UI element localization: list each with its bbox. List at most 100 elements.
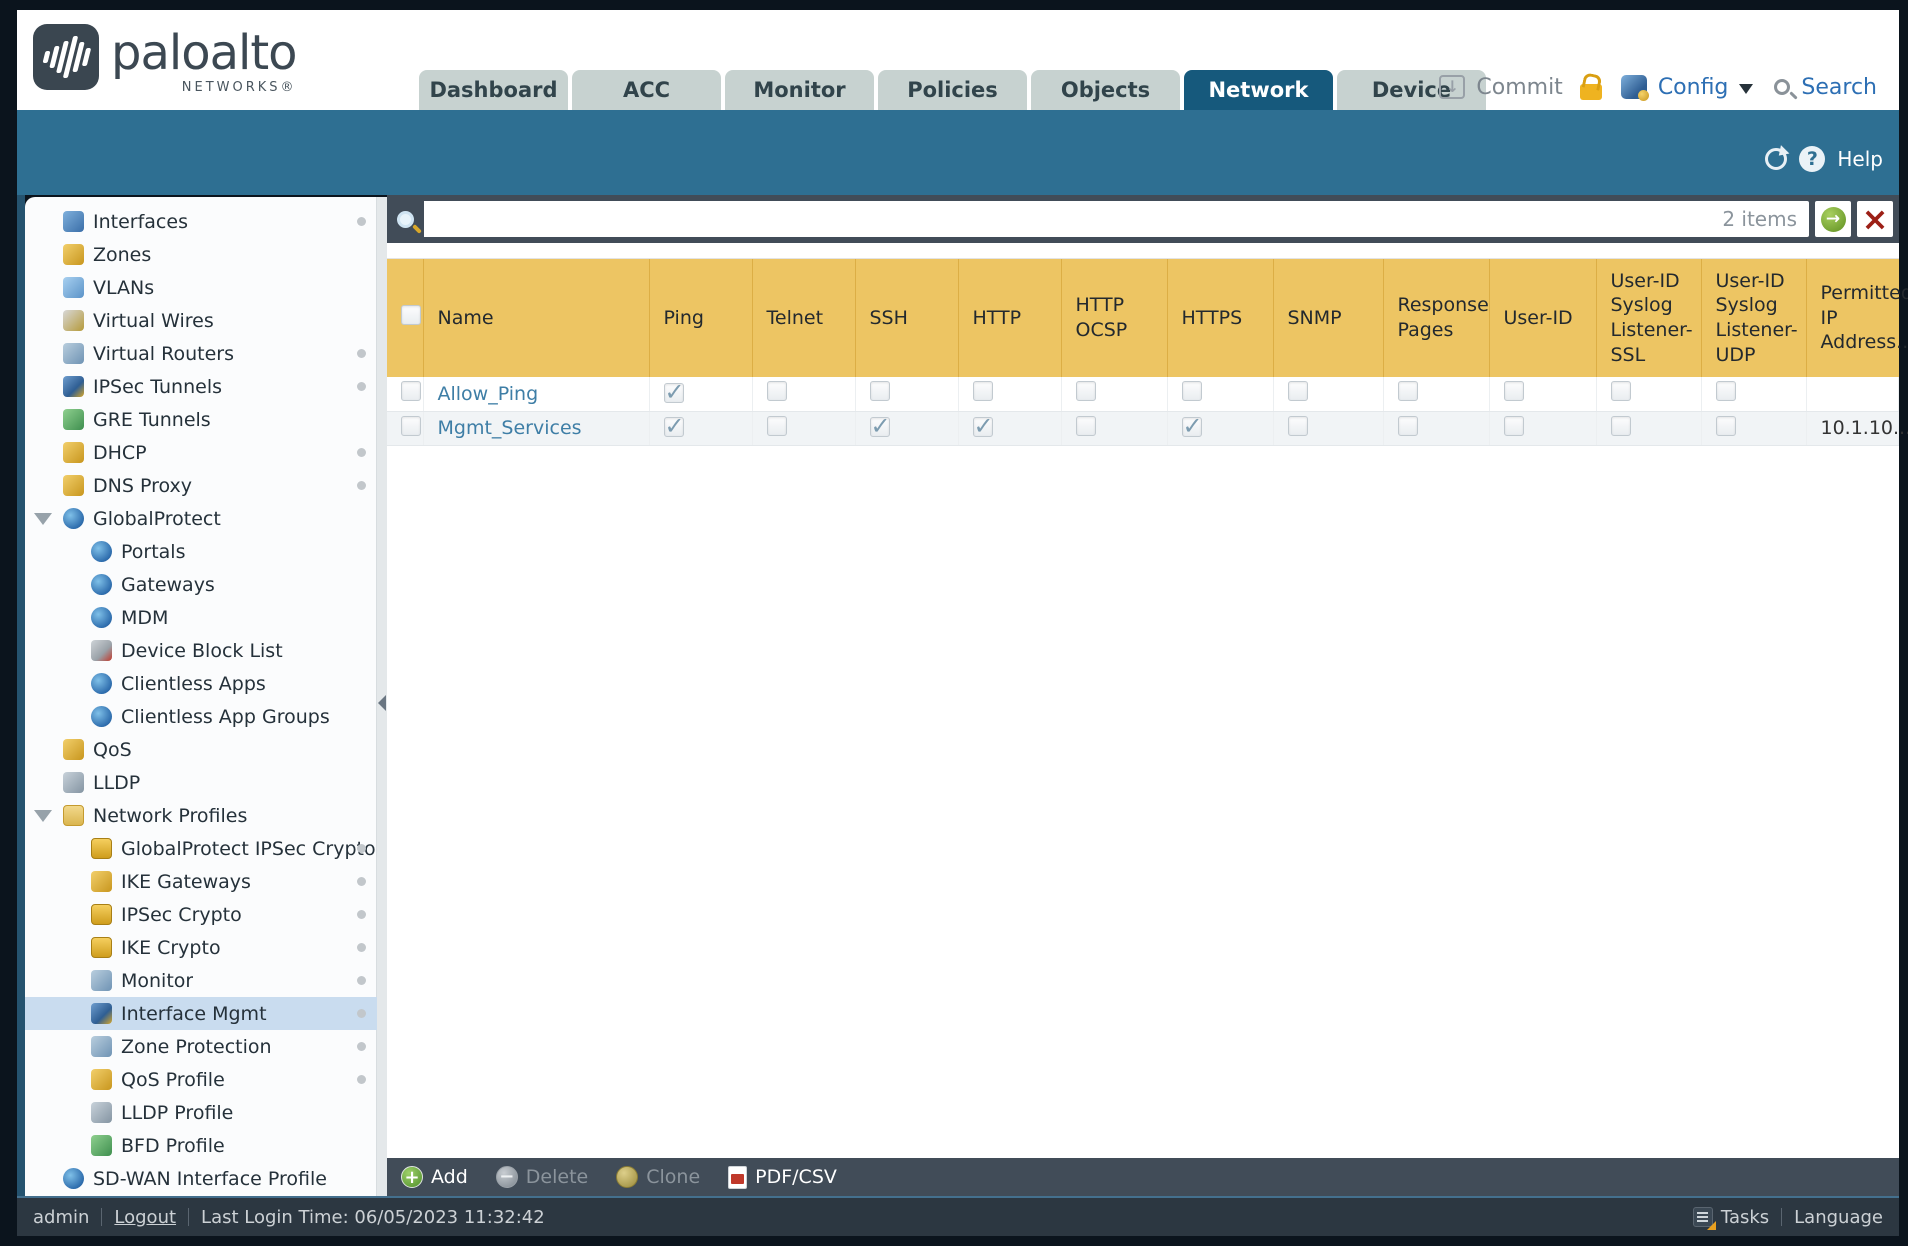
sidebar-scrollbar[interactable] <box>377 197 387 1196</box>
sidebar-item-virtual-routers[interactable]: Virtual Routers <box>25 337 377 370</box>
telnet-checkbox[interactable] <box>766 415 787 436</box>
user-id-checkbox[interactable] <box>1503 415 1524 436</box>
col-http-ocsp[interactable]: HTTP OCSP <box>1061 259 1168 377</box>
response-pages-checkbox[interactable] <box>1397 415 1418 436</box>
col-https[interactable]: HTTPS <box>1167 259 1274 377</box>
sidebar-item-globalprotect[interactable]: GlobalProtect <box>25 502 377 535</box>
sidebar-item-zone-protection[interactable]: Zone Protection <box>25 1030 377 1063</box>
https-checkbox[interactable]: ✓ <box>1181 414 1203 438</box>
help-label[interactable]: Help <box>1837 147 1883 171</box>
col-telnet[interactable]: Telnet <box>752 259 856 377</box>
sidebar-item-gateways[interactable]: Gateways <box>25 568 377 601</box>
sidebar-item-bfd-profile[interactable]: BFD Profile <box>25 1129 377 1162</box>
snmp-checkbox[interactable] <box>1287 381 1308 402</box>
user-id-udp-checkbox[interactable] <box>1715 415 1736 436</box>
sidebar-item-interfaces[interactable]: Interfaces <box>25 205 377 238</box>
col-http[interactable]: HTTP <box>958 259 1062 377</box>
ping-checkbox[interactable]: ✓ <box>663 414 685 438</box>
config-menu-button[interactable]: Config <box>1658 75 1729 100</box>
commit-button[interactable]: Commit <box>1476 75 1562 100</box>
select-all-checkbox[interactable] <box>401 304 421 325</box>
expander-icon[interactable] <box>34 810 52 822</box>
sidebar-item-lldp-profile[interactable]: LLDP Profile <box>25 1096 377 1129</box>
col-ssh[interactable]: SSH <box>855 259 959 377</box>
user-id-checkbox[interactable] <box>1503 381 1524 402</box>
col-user-id-syslog-udp[interactable]: User-ID Syslog Listener-UDP <box>1701 259 1807 377</box>
col-snmp[interactable]: SNMP <box>1273 259 1384 377</box>
sidebar-item-zones[interactable]: Zones <box>25 238 377 271</box>
http-checkbox[interactable] <box>972 381 993 402</box>
tasks-link[interactable]: Tasks <box>1721 1207 1769 1228</box>
sidebar-item-qos[interactable]: QoS <box>25 733 377 766</box>
col-response-pages[interactable]: Response Pages <box>1383 259 1490 377</box>
sidebar-item-dns-proxy[interactable]: DNS Proxy <box>25 469 377 502</box>
col-permitted-ip[interactable]: Permitted IP Address... <box>1806 259 1908 377</box>
clear-filter-button[interactable]: × <box>1857 201 1893 237</box>
https-checkbox[interactable] <box>1181 381 1202 402</box>
sidebar-item-device-block-list[interactable]: Device Block List <box>25 634 377 667</box>
sidebar-item-ipsec-tunnels[interactable]: IPSec Tunnels <box>25 370 377 403</box>
sidebar-item-ike-gateways[interactable]: IKE Gateways <box>25 865 377 898</box>
sidebar-item-clientless-apps[interactable]: Clientless Apps <box>25 667 377 700</box>
sidebar-item-globalprotect-ipsec-crypto[interactable]: GlobalProtect IPSec Crypto <box>25 832 377 865</box>
main-nav-tabs: Dashboard ACC Monitor Policies Objects N… <box>419 70 1486 110</box>
sidebar-item-virtual-wires[interactable]: Virtual Wires <box>25 304 377 337</box>
delete-button[interactable]: − Delete <box>495 1166 588 1188</box>
help-icon[interactable]: ? <box>1799 146 1826 172</box>
ping-checkbox[interactable]: ✓ <box>663 380 685 404</box>
clone-button[interactable]: Clone <box>616 1166 700 1188</box>
sidebar-item-dhcp[interactable]: DHCP <box>25 436 377 469</box>
ssh-checkbox[interactable]: ✓ <box>869 414 891 438</box>
pdf-csv-button[interactable]: PDF/CSV <box>728 1165 837 1189</box>
http-ocsp-checkbox[interactable] <box>1075 381 1096 402</box>
col-ping[interactable]: Ping <box>649 259 753 377</box>
tasks-icon[interactable] <box>1692 1207 1716 1230</box>
tab-dashboard[interactable]: Dashboard <box>419 70 568 110</box>
telnet-checkbox[interactable] <box>766 381 787 402</box>
tab-acc[interactable]: ACC <box>572 70 721 110</box>
lock-icon[interactable] <box>1579 84 1602 100</box>
tab-network[interactable]: Network <box>1184 70 1333 110</box>
sidebar-item-lldp[interactable]: LLDP <box>25 766 377 799</box>
tab-policies[interactable]: Policies <box>878 70 1027 110</box>
user-id-ssl-checkbox[interactable] <box>1610 381 1631 402</box>
sidebar-item-gre-tunnels[interactable]: GRE Tunnels <box>25 403 377 436</box>
col-user-id[interactable]: User-ID <box>1489 259 1597 377</box>
sidebar-item-ike-crypto[interactable]: IKE Crypto <box>25 931 377 964</box>
add-button[interactable]: + Add <box>401 1166 468 1188</box>
response-pages-checkbox[interactable] <box>1397 381 1418 402</box>
filter-input[interactable] <box>424 201 1723 237</box>
row-checkbox[interactable] <box>401 381 421 402</box>
chevron-down-icon[interactable] <box>1739 84 1754 94</box>
sidebar-item-mdm[interactable]: MDM <box>25 601 377 634</box>
apply-filter-button[interactable]: → <box>1815 201 1851 237</box>
col-user-id-syslog-ssl[interactable]: User-ID Syslog Listener-SSL <box>1596 259 1702 377</box>
language-link[interactable]: Language <box>1794 1207 1883 1228</box>
profile-link[interactable]: Mgmt_Services <box>438 417 582 439</box>
ssh-checkbox[interactable] <box>869 381 890 402</box>
tab-monitor[interactable]: Monitor <box>725 70 874 110</box>
sidebar-item-interface-mgmt[interactable]: Interface Mgmt <box>25 997 377 1030</box>
expander-icon[interactable] <box>34 513 52 525</box>
http-ocsp-checkbox[interactable] <box>1075 415 1096 436</box>
user-id-udp-checkbox[interactable] <box>1715 381 1736 402</box>
sidebar-collapse-icon[interactable] <box>378 695 386 711</box>
sidebar-item-clientless-app-groups[interactable]: Clientless App Groups <box>25 700 377 733</box>
sidebar-item-monitor[interactable]: Monitor <box>25 964 377 997</box>
sidebar-item-network-profiles[interactable]: Network Profiles <box>25 799 377 832</box>
sidebar-item-ipsec-crypto[interactable]: IPSec Crypto <box>25 898 377 931</box>
logout-link[interactable]: Logout <box>114 1207 176 1228</box>
profile-link[interactable]: Allow_Ping <box>438 383 539 405</box>
http-checkbox[interactable]: ✓ <box>972 414 994 438</box>
sidebar-item-vlans[interactable]: VLANs <box>25 271 377 304</box>
refresh-icon[interactable] <box>1765 148 1788 170</box>
sidebar-item-portals[interactable]: Portals <box>25 535 377 568</box>
user-id-ssl-checkbox[interactable] <box>1610 415 1631 436</box>
tab-objects[interactable]: Objects <box>1031 70 1180 110</box>
snmp-checkbox[interactable] <box>1287 415 1308 436</box>
sidebar-item-qos-profile[interactable]: QoS Profile <box>25 1063 377 1096</box>
col-name[interactable]: Name <box>423 259 650 377</box>
global-search-button[interactable]: Search <box>1801 75 1877 100</box>
row-checkbox[interactable] <box>401 415 421 436</box>
sidebar-item-sdwan-interface-profile[interactable]: SD-WAN Interface Profile <box>25 1162 377 1195</box>
